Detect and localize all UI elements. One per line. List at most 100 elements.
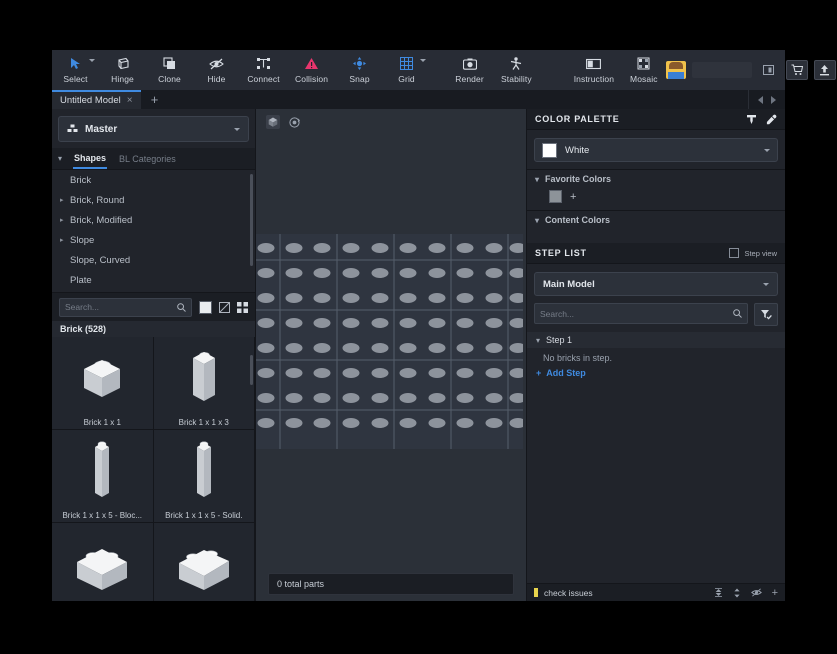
add-favorite-color-button[interactable]: + xyxy=(570,191,576,203)
color-swatch-icon[interactable] xyxy=(199,301,212,314)
category-scrollbar[interactable] xyxy=(250,174,253,266)
step-model-dropdown[interactable]: Main Model xyxy=(534,272,778,296)
hinge-icon xyxy=(116,56,130,71)
user-avatar[interactable] xyxy=(666,61,686,79)
cart-icon[interactable] xyxy=(786,60,808,80)
category-item[interactable]: ▸ Slope xyxy=(52,230,255,250)
section-content-colors[interactable]: ▾ Content Colors xyxy=(527,211,785,229)
category-label: Brick, Round xyxy=(70,195,124,206)
chevron-down-icon[interactable]: ▾ xyxy=(535,175,539,184)
baseplate[interactable] xyxy=(256,234,523,449)
chevron-right-icon[interactable]: ▸ xyxy=(60,236,65,244)
no-color-icon xyxy=(219,302,230,313)
favorite-color-swatch[interactable] xyxy=(549,190,562,203)
chevron-right-icon[interactable]: ▸ xyxy=(60,196,65,204)
category-item[interactable]: ▸ Brick, Round xyxy=(52,190,255,210)
chevron-right-icon[interactable] xyxy=(771,96,776,104)
chevron-down-icon[interactable] xyxy=(763,283,769,286)
part-item[interactable]: Brick 1 x 1 xyxy=(52,337,154,430)
main-toolbar: Select Hinge Clone Hide xyxy=(52,50,785,90)
selected-color-dropdown[interactable]: White xyxy=(534,138,778,162)
category-item[interactable]: ▸ Brick, Modified xyxy=(52,210,255,230)
chevron-down-icon[interactable] xyxy=(234,128,240,131)
category-list[interactable]: ▸Brick ▸Brick, Round ▸Brick, Modified ▸S… xyxy=(52,170,255,293)
toolbar-button-mosaic[interactable]: Mosaic xyxy=(622,50,666,90)
orbit-icon[interactable] xyxy=(287,115,301,129)
toolbar-label-collision: Collision xyxy=(295,74,328,84)
username-field[interactable] xyxy=(692,62,752,78)
step-item[interactable]: ▾ Step 1 xyxy=(527,332,785,348)
category-label: Plate xyxy=(70,275,92,286)
viewport-3d[interactable] xyxy=(256,109,526,567)
clone-icon xyxy=(163,56,176,71)
part-item[interactable]: Brick 1 x 1 x 3 xyxy=(154,337,256,430)
chevron-left-icon[interactable] xyxy=(758,96,763,104)
toolbar-label-hide: Hide xyxy=(208,74,226,84)
status-bar-icons: + xyxy=(714,587,778,599)
parts-scrollbar[interactable] xyxy=(250,355,253,385)
step-view-toggle[interactable]: Step view xyxy=(729,248,777,258)
window-icon[interactable] xyxy=(758,60,780,80)
toolbar-button-clone[interactable]: Clone xyxy=(146,50,193,90)
step-search-input[interactable]: Search... xyxy=(534,303,748,324)
part-item[interactable] xyxy=(52,523,154,601)
tab-untitled-model[interactable]: Untitled Model × xyxy=(52,90,141,109)
panel-gap xyxy=(527,229,785,243)
new-tab-button[interactable]: + xyxy=(141,90,169,109)
part-item[interactable]: Brick 1 x 1 x 5 - Bloc... xyxy=(52,430,154,523)
brick-1x1x5-blocked-icon xyxy=(52,430,153,511)
chevron-down-icon[interactable]: ▾ xyxy=(58,154,62,163)
close-icon[interactable]: × xyxy=(127,95,133,106)
part-item[interactable]: Brick 1 x 1 x 5 - Solid. xyxy=(154,430,256,523)
category-item[interactable]: ▸Plate xyxy=(52,270,255,290)
app-window: Select Hinge Clone Hide xyxy=(52,50,785,601)
toolbar-button-stability[interactable]: Stability xyxy=(493,50,540,90)
parts-grid[interactable]: Brick (528) Brick 1 x 1 Brick 1 x 1 x 3 xyxy=(52,321,255,601)
category-item[interactable]: ▸Brick xyxy=(52,170,255,190)
part-item[interactable] xyxy=(154,523,256,601)
toolbar-button-hinge[interactable]: Hinge xyxy=(99,50,146,90)
toolbar-button-select[interactable]: Select xyxy=(52,50,99,90)
toolbar-button-snap[interactable]: Snap xyxy=(336,50,383,90)
status-text[interactable]: check issues xyxy=(544,588,708,598)
subtab-shapes[interactable]: Shapes xyxy=(73,149,107,169)
chevron-down-icon[interactable] xyxy=(420,59,426,62)
toolbar-button-hide[interactable]: Hide xyxy=(193,50,240,90)
toolbar-button-render[interactable]: Render xyxy=(446,50,493,90)
chevron-down-icon[interactable]: ▾ xyxy=(535,216,539,225)
section-favorite-colors[interactable]: ▾ Favorite Colors xyxy=(527,170,785,188)
toolbar-account-area xyxy=(666,50,837,90)
filter-check-icon[interactable] xyxy=(754,303,778,326)
plus-icon: + xyxy=(536,368,541,378)
step-view-checkbox[interactable] xyxy=(729,248,739,258)
stability-icon xyxy=(509,56,523,71)
subtab-bl-categories[interactable]: BL Categories xyxy=(118,150,177,168)
tab-label: Untitled Model xyxy=(60,95,121,106)
add-step-label: Add Step xyxy=(546,368,586,378)
brick-2x2-icon xyxy=(52,523,153,601)
step-list-title: STEP LIST xyxy=(535,248,729,258)
model-selector[interactable]: Master xyxy=(58,116,249,142)
chevron-down-icon[interactable]: ▾ xyxy=(536,336,540,345)
toolbar-button-collision[interactable]: Collision xyxy=(287,50,336,90)
category-item[interactable]: ▸Slope, Curved xyxy=(52,250,255,270)
cube-view-icon[interactable] xyxy=(266,115,280,129)
color-palette-tools xyxy=(746,114,777,125)
parts-search-input[interactable]: Search... xyxy=(59,298,192,317)
category-label: Slope xyxy=(70,235,94,246)
sort-icon xyxy=(733,588,741,598)
chevron-down-icon[interactable] xyxy=(89,59,95,62)
upload-icon[interactable] xyxy=(814,60,836,80)
mosaic-icon xyxy=(637,56,651,71)
add-step-button[interactable]: + Add Step xyxy=(527,368,785,378)
plus-icon[interactable]: + xyxy=(772,587,778,599)
parts-grid-header: Brick (528) xyxy=(52,321,255,337)
toolbar-label-snap: Snap xyxy=(349,74,369,84)
toolbar-button-instruction[interactable]: Instruction xyxy=(566,50,622,90)
part-name: Brick 1 x 1 x 5 - Solid. xyxy=(165,511,242,520)
chevron-down-icon[interactable] xyxy=(764,149,770,152)
toolbar-button-grid[interactable]: Grid xyxy=(383,50,430,90)
toolbar-button-connect[interactable]: Connect xyxy=(240,50,287,90)
chevron-right-icon[interactable]: ▸ xyxy=(60,216,65,224)
category-label: Brick, Modified xyxy=(70,215,132,226)
